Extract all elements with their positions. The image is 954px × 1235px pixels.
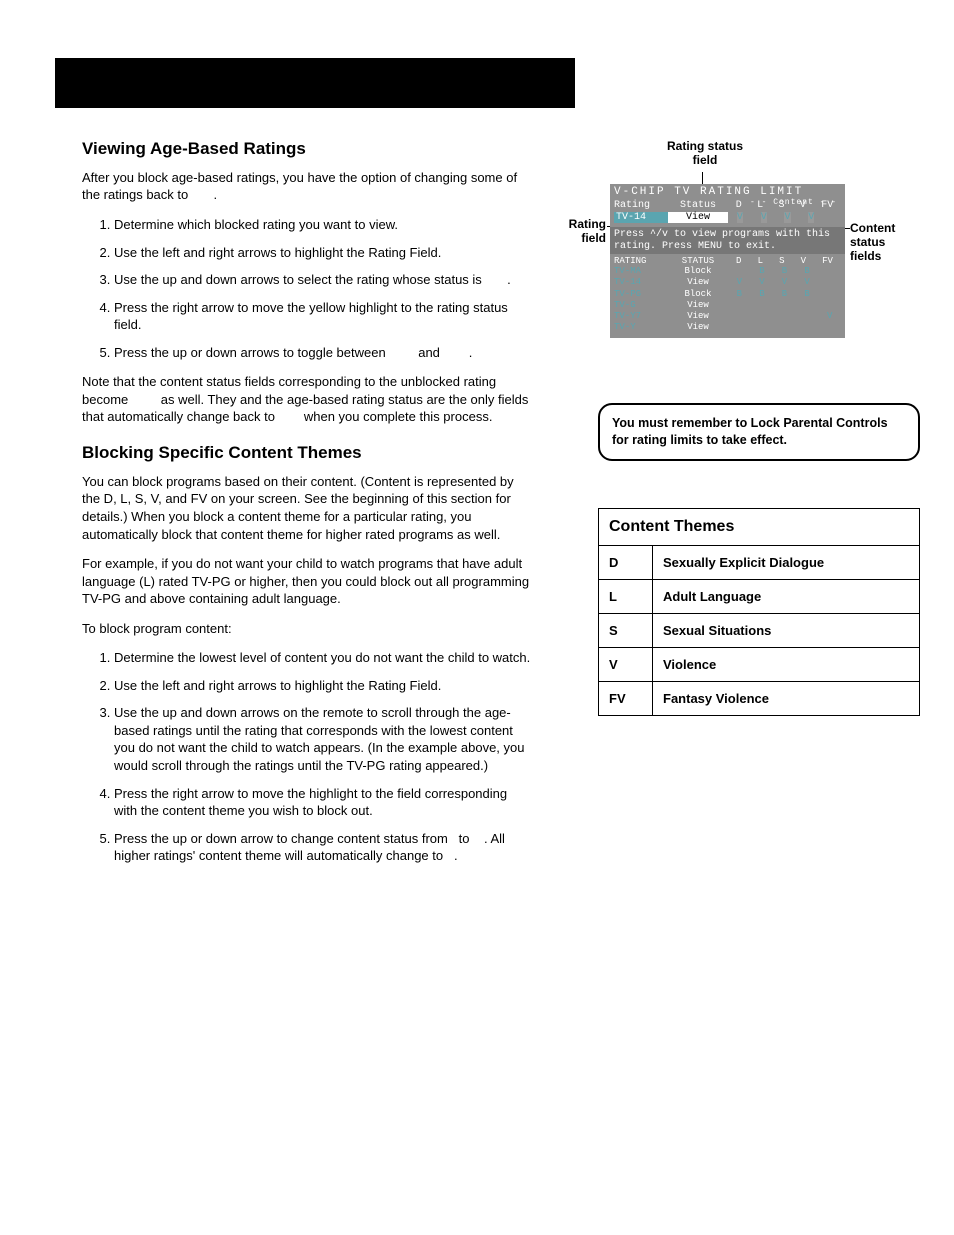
table-row: TV-GView xyxy=(614,300,841,311)
section2-list: Determine the lowest level of content yo… xyxy=(110,649,532,864)
thdr-rating: RATING xyxy=(614,256,668,266)
header-black-bar xyxy=(55,58,575,108)
list-item: Determine which blocked rating you want … xyxy=(114,216,532,234)
table-row: FVFantasy Violence xyxy=(599,682,920,716)
section1-note: Note that the content status fields corr… xyxy=(82,373,532,426)
list-item: Determine the lowest level of content yo… xyxy=(114,649,532,667)
table-row: TV-YView xyxy=(614,322,841,333)
label-content-status-fields: Content status fields xyxy=(850,222,920,263)
diagram-ratings-table: RATING STATUS D L S V FV TV-MABlockBBBTV… xyxy=(614,256,841,334)
selected-rating: TV-14 xyxy=(614,212,668,223)
table-row: TV-14ViewVVVV xyxy=(614,277,841,288)
selected-row: TV-14 View V V V V xyxy=(614,212,841,223)
section2-p3: To block program content: xyxy=(82,620,532,638)
diagram-content-label: - - Content - - xyxy=(750,198,837,207)
table-row: TV-MABlockBBB xyxy=(614,266,841,277)
vchip-diagram: V-CHIP TV RATING LIMIT - - Content - - R… xyxy=(610,184,845,338)
selected-content-cells: V V V V xyxy=(728,212,841,223)
list-item: Use the up and down arrows on the remote… xyxy=(114,704,532,774)
section1-list: Determine which blocked rating you want … xyxy=(110,216,532,361)
content-themes-table: Content Themes DSexually Explicit Dialog… xyxy=(598,508,920,716)
table-row: TV-PGBlockBBBB xyxy=(614,289,841,300)
label-rating-field: Rating field xyxy=(550,218,606,246)
table-row: VViolence xyxy=(599,648,920,682)
selected-status: View xyxy=(668,212,728,223)
table-row: SSexual Situations xyxy=(599,614,920,648)
list-item: Use the left and right arrows to highlig… xyxy=(114,244,532,262)
table-row: DSexually Explicit Dialogue xyxy=(599,546,920,580)
table-row: TV-Y7ViewV xyxy=(614,311,841,322)
leader-line xyxy=(702,172,703,184)
list-item: Use the up and down arrows to select the… xyxy=(114,271,532,289)
diagram-title: V-CHIP TV RATING LIMIT xyxy=(614,186,841,198)
table-row: LAdult Language xyxy=(599,580,920,614)
list-item: Use the left and right arrows to highlig… xyxy=(114,677,532,695)
themes-heading: Content Themes xyxy=(599,509,920,546)
section2-p1: You can block programs based on their co… xyxy=(82,473,532,543)
list-item: Press the right arrow to move the highli… xyxy=(114,785,532,820)
warning-box: You must remember to Lock Parental Contr… xyxy=(598,403,920,461)
list-item: Press the up or down arrows to toggle be… xyxy=(114,344,532,362)
list-item: Press the right arrow to move the yellow… xyxy=(114,299,532,334)
main-text-column: Viewing Age-Based Ratings After you bloc… xyxy=(82,138,532,877)
thdr-status: STATUS xyxy=(668,256,728,266)
diagram-message: Press ^/v to view programs with this rat… xyxy=(610,227,845,254)
label-rating-status-field: Rating status field xyxy=(660,140,750,168)
col-status: Status xyxy=(668,200,728,211)
section2-heading: Blocking Specific Content Themes xyxy=(82,442,532,465)
section1-intro: After you block age-based ratings, you h… xyxy=(82,169,532,204)
list-item: Press the up or down arrow to change con… xyxy=(114,830,532,865)
section2-p2: For example, if you do not want your chi… xyxy=(82,555,532,608)
col-rating: Rating xyxy=(614,200,668,211)
section1-heading: Viewing Age-Based Ratings xyxy=(82,138,532,161)
